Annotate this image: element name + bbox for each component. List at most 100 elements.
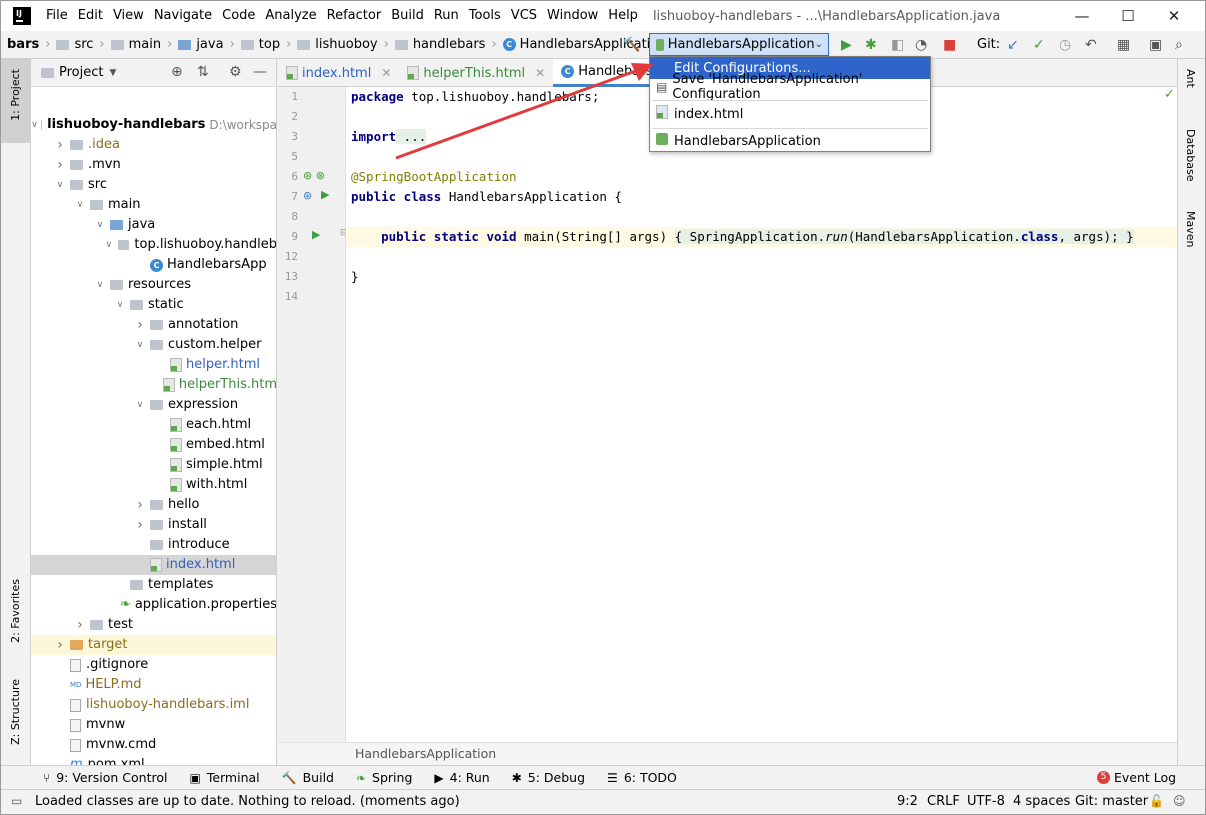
tree-item[interactable]: mvnw.cmd bbox=[31, 735, 276, 755]
hide-panel-icon[interactable]: — bbox=[253, 64, 267, 80]
menu-item-save-configuration[interactable]: ▤ Save 'HandlebarsApplication' Configura… bbox=[650, 72, 930, 102]
tab-index-html[interactable]: index.html ✕ bbox=[278, 59, 399, 87]
menu-vcs[interactable]: VCS bbox=[506, 1, 542, 31]
run-icon[interactable]: ▶ bbox=[841, 37, 852, 53]
inspection-ok-icon[interactable]: ✓ bbox=[1164, 87, 1175, 102]
breadcrumb-lishuoboy[interactable]: lishuoboy bbox=[315, 37, 377, 52]
run-gutter-icon[interactable]: ▶ bbox=[321, 188, 329, 201]
profile-icon[interactable]: ◔ bbox=[915, 37, 927, 53]
locate-icon[interactable]: ⊕ bbox=[171, 64, 183, 80]
tool-version-control[interactable]: ⑂ 9: Version Control bbox=[43, 770, 167, 785]
chevron-down-icon[interactable]: ∨ bbox=[133, 335, 147, 355]
spring-bean-icon[interactable]: ⊛ bbox=[303, 189, 312, 202]
spring-bean-icon[interactable]: ⊛ ⊗ bbox=[303, 169, 325, 182]
menu-tools[interactable]: Tools bbox=[464, 1, 506, 31]
menu-window[interactable]: Window bbox=[542, 1, 603, 31]
tree-item[interactable]: ∨ top.lishuoboy.handleb bbox=[31, 235, 276, 255]
tree-item[interactable]: ∨ static bbox=[31, 295, 276, 315]
tree-item[interactable]: ❧ application.properties bbox=[31, 595, 276, 615]
tool-terminal[interactable]: ▣ Terminal bbox=[189, 770, 259, 785]
git-branch[interactable]: Git: master bbox=[1075, 794, 1148, 809]
tree-item[interactable]: m pom.xml bbox=[31, 755, 276, 765]
line-separator[interactable]: CRLF bbox=[927, 794, 960, 809]
tree-item[interactable]: lishuoboy-handlebars.iml bbox=[31, 695, 276, 715]
tree-item[interactable]: › install bbox=[31, 515, 276, 535]
menu-file[interactable]: File bbox=[41, 1, 73, 31]
git-revert-icon[interactable]: ↶ bbox=[1085, 37, 1097, 53]
tree-item[interactable]: helper.html bbox=[31, 355, 276, 375]
menu-view[interactable]: View bbox=[108, 1, 149, 31]
menu-refactor[interactable]: Refactor bbox=[322, 1, 387, 31]
breadcrumb-main[interactable]: main bbox=[129, 37, 161, 52]
chevron-down-icon[interactable]: ▼ bbox=[109, 68, 116, 78]
menu-analyze[interactable]: Analyze bbox=[260, 1, 321, 31]
tree-item[interactable]: MD HELP.md bbox=[31, 675, 276, 695]
breadcrumb-top[interactable]: top bbox=[259, 37, 280, 52]
git-update-icon[interactable]: ↙ bbox=[1007, 37, 1019, 53]
tree-item[interactable]: ∨ main bbox=[31, 195, 276, 215]
chevron-down-icon[interactable]: ∨ bbox=[31, 115, 38, 135]
close-icon[interactable]: ✕ bbox=[535, 66, 545, 80]
chevron-down-icon[interactable]: ∨ bbox=[73, 195, 87, 215]
tab-helperthis-html[interactable]: helperThis.html ✕ bbox=[399, 59, 553, 87]
run-gutter-icon[interactable]: ▶ bbox=[312, 228, 320, 241]
menu-item-index-html[interactable]: index.html bbox=[650, 103, 930, 125]
tree-item[interactable]: with.html bbox=[31, 475, 276, 495]
tree-item[interactable]: › test bbox=[31, 615, 276, 635]
chevron-down-icon[interactable]: ∨ bbox=[133, 395, 147, 415]
git-history-icon[interactable]: ◷ bbox=[1059, 37, 1071, 53]
tree-item[interactable]: templates bbox=[31, 575, 276, 595]
chevron-right-icon[interactable]: › bbox=[133, 495, 147, 515]
tree-item[interactable]: ∨ custom.helper bbox=[31, 335, 276, 355]
editor-breadcrumb[interactable]: HandlebarsApplication bbox=[278, 742, 1177, 765]
chevron-down-icon[interactable]: ∨ bbox=[53, 175, 67, 195]
folded-imports[interactable]: ... bbox=[396, 129, 427, 144]
tab-ant[interactable]: Ant bbox=[1184, 69, 1197, 88]
tree-item[interactable]: embed.html bbox=[31, 435, 276, 455]
chevron-right-icon[interactable]: › bbox=[53, 135, 67, 155]
tab-project[interactable]: 1: Project bbox=[9, 69, 22, 121]
build-hammer-icon[interactable]: 🔨 bbox=[623, 37, 640, 53]
chevron-down-icon[interactable]: ∨ bbox=[113, 295, 127, 315]
breadcrumb-project[interactable]: bars bbox=[7, 37, 39, 52]
tree-item[interactable]: › hello bbox=[31, 495, 276, 515]
inspector-icon[interactable]: ☺ bbox=[1173, 794, 1186, 808]
menu-help[interactable]: Help bbox=[603, 1, 643, 31]
tree-item[interactable]: › .mvn bbox=[31, 155, 276, 175]
breadcrumb-handlebars[interactable]: handlebars bbox=[413, 37, 486, 52]
menu-run[interactable]: Run bbox=[429, 1, 464, 31]
chevron-right-icon[interactable]: › bbox=[53, 635, 67, 655]
run-configuration-selector[interactable]: HandlebarsApplication ⌄ bbox=[649, 33, 829, 56]
tool-spring[interactable]: ❧ Spring bbox=[356, 770, 412, 785]
tree-item[interactable]: ∨ resources bbox=[31, 275, 276, 295]
status-toggle-icon[interactable]: ▭ bbox=[11, 794, 22, 808]
tree-item[interactable]: helperThis.htm bbox=[31, 375, 276, 395]
git-commit-icon[interactable]: ✓ bbox=[1033, 37, 1045, 53]
chevron-right-icon[interactable]: › bbox=[133, 315, 147, 335]
tree-item[interactable]: .gitignore bbox=[31, 655, 276, 675]
tree-item[interactable]: index.html bbox=[31, 555, 276, 575]
menu-item-handlebarsapplication[interactable]: HandlebarsApplication bbox=[650, 130, 930, 152]
tree-item[interactable]: › annotation bbox=[31, 315, 276, 335]
project-structure-icon[interactable]: ▦ bbox=[1117, 37, 1130, 53]
gear-icon[interactable]: ⚙ bbox=[229, 64, 242, 80]
tree-item[interactable]: introduce bbox=[31, 535, 276, 555]
tab-maven[interactable]: Maven bbox=[1184, 211, 1197, 247]
tool-run[interactable]: ▶ 4: Run bbox=[434, 770, 489, 785]
chevron-down-icon[interactable]: ∨ bbox=[93, 215, 107, 235]
tree-item[interactable]: › target bbox=[31, 635, 276, 655]
menu-navigate[interactable]: Navigate bbox=[149, 1, 217, 31]
tab-favorites[interactable]: 2: Favorites bbox=[9, 579, 22, 643]
chevron-down-icon[interactable]: ∨ bbox=[93, 275, 107, 295]
coverage-icon[interactable]: ◧ bbox=[891, 37, 904, 53]
tree-item[interactable]: ∨ expression bbox=[31, 395, 276, 415]
stop-icon[interactable]: ■ bbox=[943, 37, 956, 53]
tree-item[interactable]: each.html bbox=[31, 415, 276, 435]
menu-build[interactable]: Build bbox=[386, 1, 429, 31]
chevron-right-icon[interactable]: › bbox=[73, 615, 87, 635]
tool-event-log[interactable]: 5 Event Log bbox=[1097, 770, 1176, 785]
tree-item[interactable]: simple.html bbox=[31, 455, 276, 475]
tool-build[interactable]: 🔨 Build bbox=[282, 770, 334, 785]
breadcrumb-src[interactable]: src bbox=[74, 37, 93, 52]
presentation-icon[interactable]: ▣ bbox=[1149, 37, 1162, 53]
